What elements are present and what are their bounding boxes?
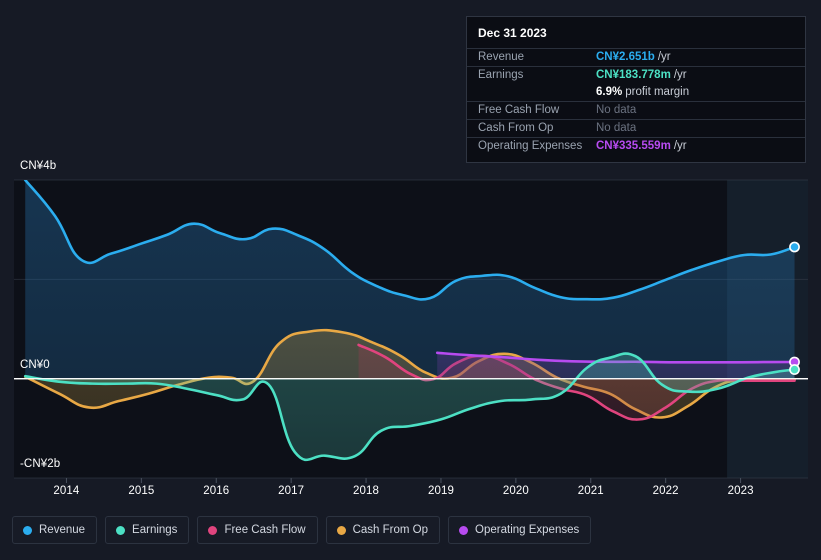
legend-color-dot-icon	[459, 525, 469, 535]
tooltip-row: Earnings CN¥183.778m/yr	[467, 66, 805, 84]
tooltip-row: Revenue CN¥2.651b/yr	[467, 48, 805, 66]
tooltip-row-unit: profit margin	[625, 86, 690, 98]
x-axis-tick-label: 2018	[353, 485, 380, 497]
tooltip-row-value: 6.9%	[596, 86, 623, 98]
tooltip-row: 6.9% profit margin	[467, 84, 805, 101]
x-axis-tick-label: 2022	[652, 485, 679, 497]
tooltip-row-unit: /yr	[673, 69, 687, 81]
legend-color-dot-icon	[116, 525, 126, 535]
legend-item-label: Free Cash Flow	[224, 524, 306, 536]
tooltip-rows: Revenue CN¥2.651b/yr Earnings CN¥183.778m/y…	[467, 48, 805, 155]
legend-color-dot-icon	[23, 525, 32, 535]
y-axis-tick-label: CN¥0	[20, 358, 50, 371]
legend-color-dot-icon	[208, 525, 218, 535]
x-axis-tick-label: 2015	[128, 485, 155, 497]
x-axis-tick-label: 2023	[727, 485, 754, 497]
tooltip-row-label: Cash From Op	[478, 122, 554, 134]
chart-legend[interactable]: Revenue Earnings Free Cash Flow Cash From O…	[12, 516, 592, 544]
legend-item-revenue[interactable]: Revenue	[12, 516, 98, 544]
tooltip-row-label: Operating Expenses	[478, 140, 583, 152]
legend-item-free-cash-flow[interactable]: Free Cash Flow	[197, 516, 318, 544]
x-axis-tick-label: 2019	[427, 485, 454, 497]
legend-item-label: Cash From Op	[352, 524, 429, 536]
tooltip-row-unit: /yr	[657, 51, 671, 63]
tooltip-row-unit: /yr	[673, 140, 687, 152]
tooltip-row: Cash From Op No data	[467, 119, 805, 137]
tooltip-row: Free Cash Flow No data	[467, 101, 805, 119]
tooltip-footer	[467, 155, 805, 162]
tooltip-row-value: CN¥183.778m	[596, 69, 671, 81]
legend-item-operating-expenses[interactable]: Operating Expenses	[448, 516, 592, 544]
legend-item-label: Revenue	[39, 524, 86, 536]
tooltip-row: Operating Expenses CN¥335.559m/yr	[467, 137, 805, 155]
tooltip-row-value: CN¥2.651b	[596, 51, 655, 63]
legend-item-earnings[interactable]: Earnings	[105, 516, 190, 544]
tooltip-row-value: No data	[596, 104, 637, 116]
y-axis-tick-label: CN¥4b	[20, 160, 57, 172]
tooltip-row-label: Revenue	[478, 51, 525, 63]
tooltip-row-label: Free Cash Flow	[478, 104, 560, 116]
x-axis-tick-label: 2014	[53, 485, 80, 497]
legend-item-cash-from-op[interactable]: Cash From Op	[325, 516, 441, 544]
legend-color-dot-icon	[336, 525, 346, 535]
x-axis-tick-label: 2021	[577, 485, 604, 497]
financial-chart-page: CN¥4b CN¥0 -CN¥2b 2014 2015 2016 2017 2018 2019…	[0, 0, 821, 560]
legend-item-label: Earnings	[132, 524, 178, 536]
tooltip-date: Dec 31 2023	[478, 26, 547, 40]
chart-tooltip: Dec 31 2023 Revenue CN¥2.651b/yr Earnings C…	[466, 16, 806, 163]
legend-item-label: Operating Expenses	[475, 524, 580, 536]
x-axis-tick-label: 2020	[502, 485, 529, 497]
y-axis-tick-label: -CN¥2b	[20, 458, 61, 470]
tooltip-row-value: CN¥335.559m	[596, 140, 671, 152]
x-axis-tick-label: 2016	[203, 485, 230, 497]
tooltip-row-value: No data	[596, 122, 637, 134]
x-axis-tick-label: 2017	[278, 485, 305, 497]
tooltip-row-label: Earnings	[478, 69, 524, 81]
